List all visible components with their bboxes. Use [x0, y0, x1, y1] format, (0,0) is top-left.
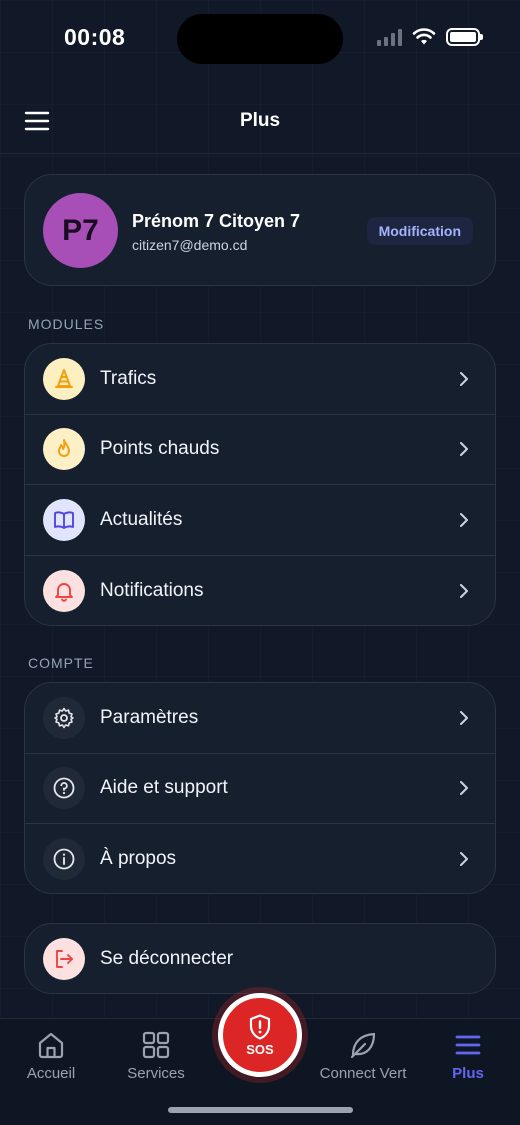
signal-icon — [377, 28, 402, 46]
section-label-compte: COMPTE — [28, 655, 94, 671]
menu-item-parametres[interactable]: Paramètres — [25, 683, 495, 754]
grid-icon — [142, 1031, 170, 1059]
status-time: 00:08 — [64, 24, 126, 50]
logout-label: Se déconnecter — [100, 948, 234, 969]
menu-item-points-chauds[interactable]: Points chauds — [25, 415, 495, 485]
menu-item-a-propos[interactable]: À propos — [25, 824, 495, 893]
menu-item-label: Trafics — [100, 367, 157, 389]
tab-label: Services — [127, 1065, 185, 1082]
chevron-right-icon — [460, 583, 468, 598]
header-divider — [0, 153, 520, 154]
tab-connect-vert[interactable]: Connect Vert — [313, 1029, 413, 1089]
help-circle-icon — [43, 767, 85, 810]
edit-profile-button[interactable]: Modification — [366, 217, 473, 245]
wifi-icon — [412, 28, 436, 45]
menu-item-label: À propos — [100, 848, 177, 870]
chevron-right-icon — [460, 710, 468, 725]
menu-item-label: Notifications — [100, 579, 204, 601]
traffic-cone-icon — [43, 357, 85, 400]
shield-alert-icon — [249, 1014, 271, 1040]
status-icons — [377, 28, 483, 46]
tab-accueil[interactable]: Accueil — [1, 1029, 101, 1089]
gear-icon — [43, 696, 85, 739]
chevron-right-icon — [460, 781, 468, 796]
menu-item-label: Actualités — [100, 508, 183, 530]
profile-name: Prénom 7 Citoyen 7 — [132, 211, 301, 231]
logout-icon — [43, 938, 85, 980]
chevron-right-icon — [460, 852, 468, 867]
menu-item-label: Paramètres — [100, 706, 199, 728]
home-icon — [38, 1032, 64, 1059]
menu-icon — [455, 1035, 481, 1055]
account-card: Paramètres Aide et support À propos — [24, 682, 496, 894]
profile-card[interactable]: P7 Prénom 7 Citoyen 7 citizen7@demo.cd M… — [24, 174, 496, 286]
logout-button[interactable]: Se déconnecter — [24, 923, 496, 994]
menu-item-notifications[interactable]: Notifications — [25, 556, 495, 626]
menu-item-label: Aide et support — [100, 777, 228, 799]
sos-label: SOS — [246, 1042, 274, 1057]
tab-label: Accueil — [26, 1065, 76, 1082]
top-header: Plus — [0, 92, 520, 152]
info-icon — [43, 838, 85, 881]
modules-card: Trafics Points chauds Actualités Notific… — [24, 343, 496, 626]
tab-services[interactable]: Services — [106, 1029, 206, 1089]
dynamic-island — [177, 14, 343, 64]
menu-item-trafics[interactable]: Trafics — [25, 344, 495, 415]
tab-plus[interactable]: Plus — [418, 1029, 518, 1089]
book-open-icon — [43, 498, 85, 541]
avatar: P7 — [43, 193, 118, 268]
tab-label: Connect Vert — [319, 1065, 407, 1082]
menu-item-aide-support[interactable]: Aide et support — [25, 754, 495, 824]
bell-icon — [43, 569, 85, 612]
menu-item-label: Points chauds — [100, 438, 220, 460]
flame-icon — [43, 428, 85, 471]
profile-email: citizen7@demo.cd — [132, 237, 248, 253]
chevron-right-icon — [460, 512, 468, 527]
section-label-modules: MODULES — [28, 316, 105, 332]
home-indicator — [168, 1107, 353, 1113]
page-title: Plus — [239, 110, 281, 131]
tab-label: Plus — [452, 1065, 484, 1082]
chevron-right-icon — [460, 371, 468, 386]
sos-button[interactable]: SOS — [218, 993, 302, 1077]
menu-item-actualites[interactable]: Actualités — [25, 485, 495, 556]
battery-icon — [446, 28, 483, 46]
leaf-icon — [350, 1032, 376, 1059]
chevron-right-icon — [460, 442, 468, 457]
status-bar: 00:08 — [0, 0, 520, 80]
